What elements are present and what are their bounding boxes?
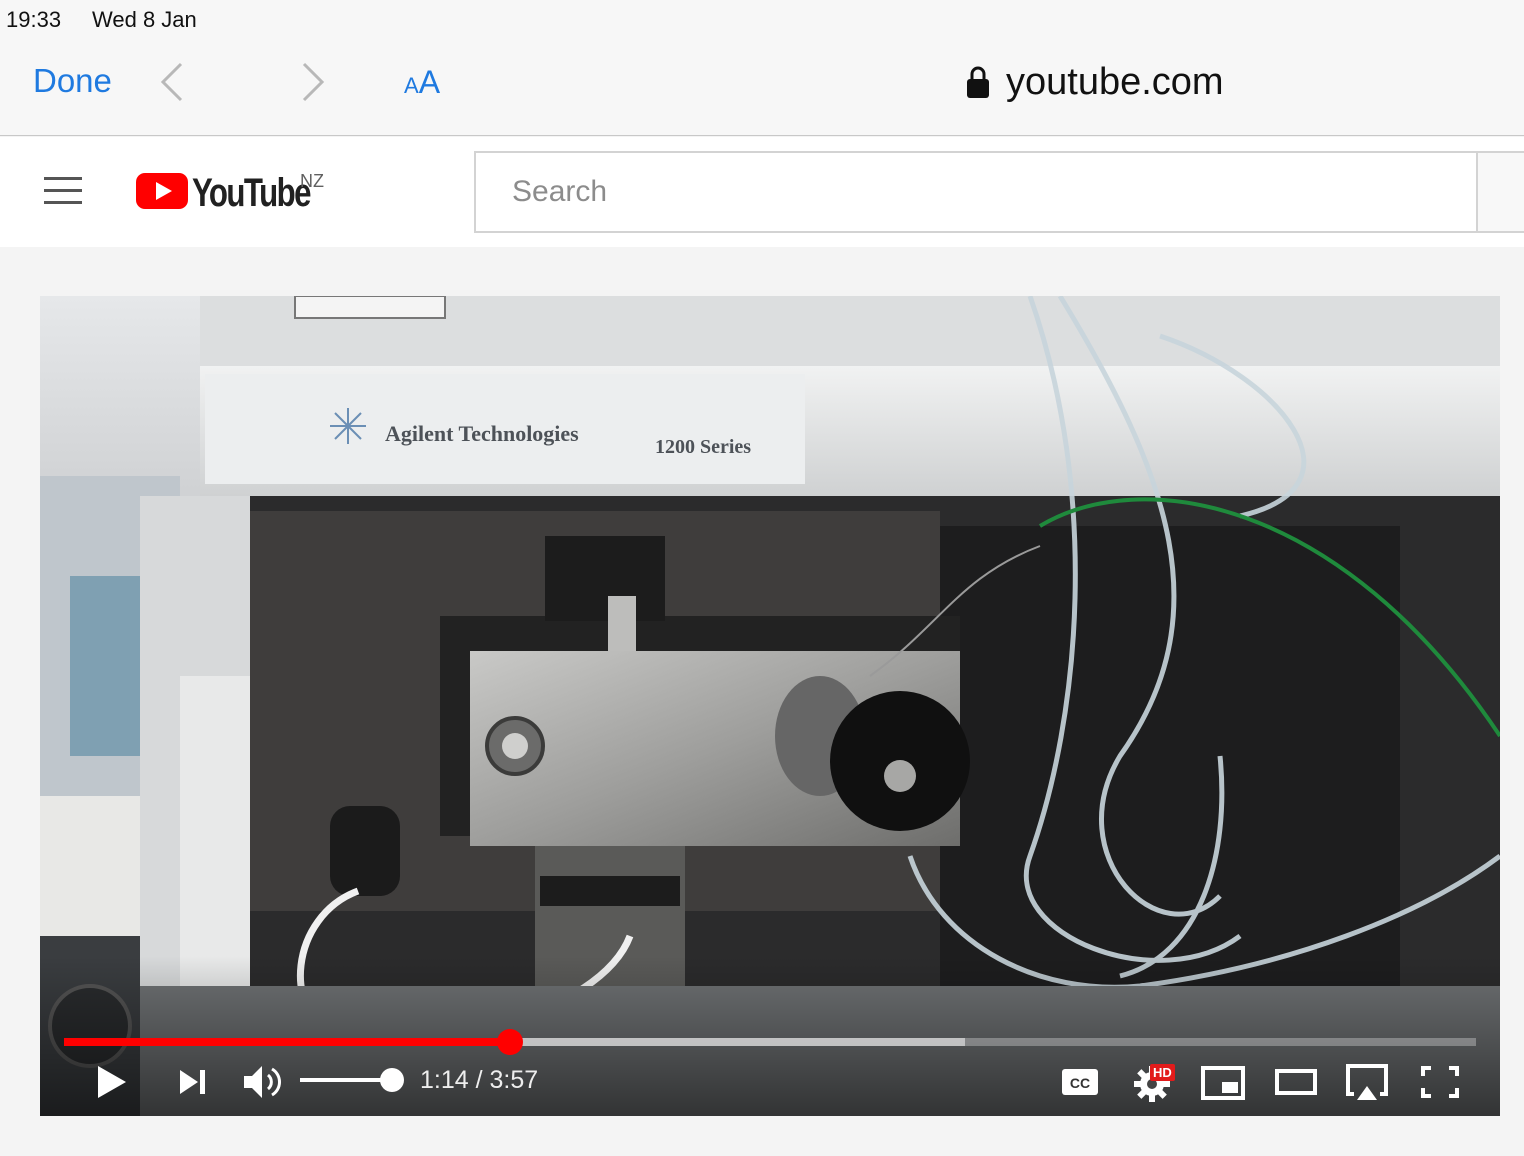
browser-toolbar: Done AA youtube.com — [0, 40, 1524, 136]
device-brand-label: Agilent Technologies — [385, 421, 579, 446]
play-icon[interactable] — [90, 1060, 134, 1104]
status-bar: 19:33 Wed 8 Jan — [0, 0, 1524, 40]
lock-icon — [967, 66, 989, 98]
fullscreen-icon[interactable] — [1420, 1060, 1460, 1104]
progress-bar[interactable] — [64, 1029, 1476, 1055]
region-code: NZ — [300, 171, 324, 191]
scrubber-handle[interactable] — [497, 1029, 524, 1055]
theater-mode-icon[interactable] — [1274, 1060, 1318, 1104]
back-chevron-icon[interactable] — [155, 60, 195, 104]
svg-text:CC: CC — [1070, 1075, 1090, 1091]
time-display: 1:14 / 3:57 — [420, 1066, 539, 1094]
volume-handle[interactable] — [380, 1068, 404, 1092]
done-button[interactable]: Done — [33, 62, 112, 100]
youtube-header: YouTube NZ — [0, 137, 1524, 247]
youtube-logo[interactable]: YouTube NZ — [136, 171, 343, 215]
next-icon[interactable] — [174, 1060, 214, 1104]
status-date: Wed 8 Jan — [92, 7, 197, 32]
address-bar[interactable]: youtube.com — [966, 60, 1224, 104]
text-size-small-glyph: A — [404, 73, 419, 98]
text-size-big-glyph: A — [418, 64, 441, 100]
youtube-play-logo-icon — [136, 173, 188, 209]
captions-icon[interactable]: CC — [1060, 1060, 1100, 1104]
volume-icon[interactable] — [240, 1060, 284, 1104]
volume-slider[interactable] — [300, 1068, 404, 1092]
search-button[interactable] — [1478, 151, 1524, 233]
video-player[interactable]: Agilent Technologies 1200 Series 1:14 / … — [40, 296, 1500, 1116]
url-text: youtube.com — [1006, 60, 1224, 103]
status-time: 19:33 — [6, 7, 62, 32]
device-series-label: 1200 Series — [655, 436, 751, 458]
forward-chevron-icon[interactable] — [292, 60, 332, 104]
miniplayer-icon[interactable] — [1200, 1060, 1246, 1104]
airplay-icon[interactable] — [1344, 1060, 1390, 1104]
search-box[interactable] — [474, 151, 1478, 233]
youtube-wordmark: YouTube — [192, 171, 311, 215]
hd-badge: HD — [1150, 1064, 1175, 1081]
played-bar — [64, 1038, 511, 1046]
menu-icon[interactable] — [44, 177, 84, 205]
search-input[interactable] — [476, 153, 1476, 231]
text-size-button[interactable]: AA — [404, 64, 440, 101]
